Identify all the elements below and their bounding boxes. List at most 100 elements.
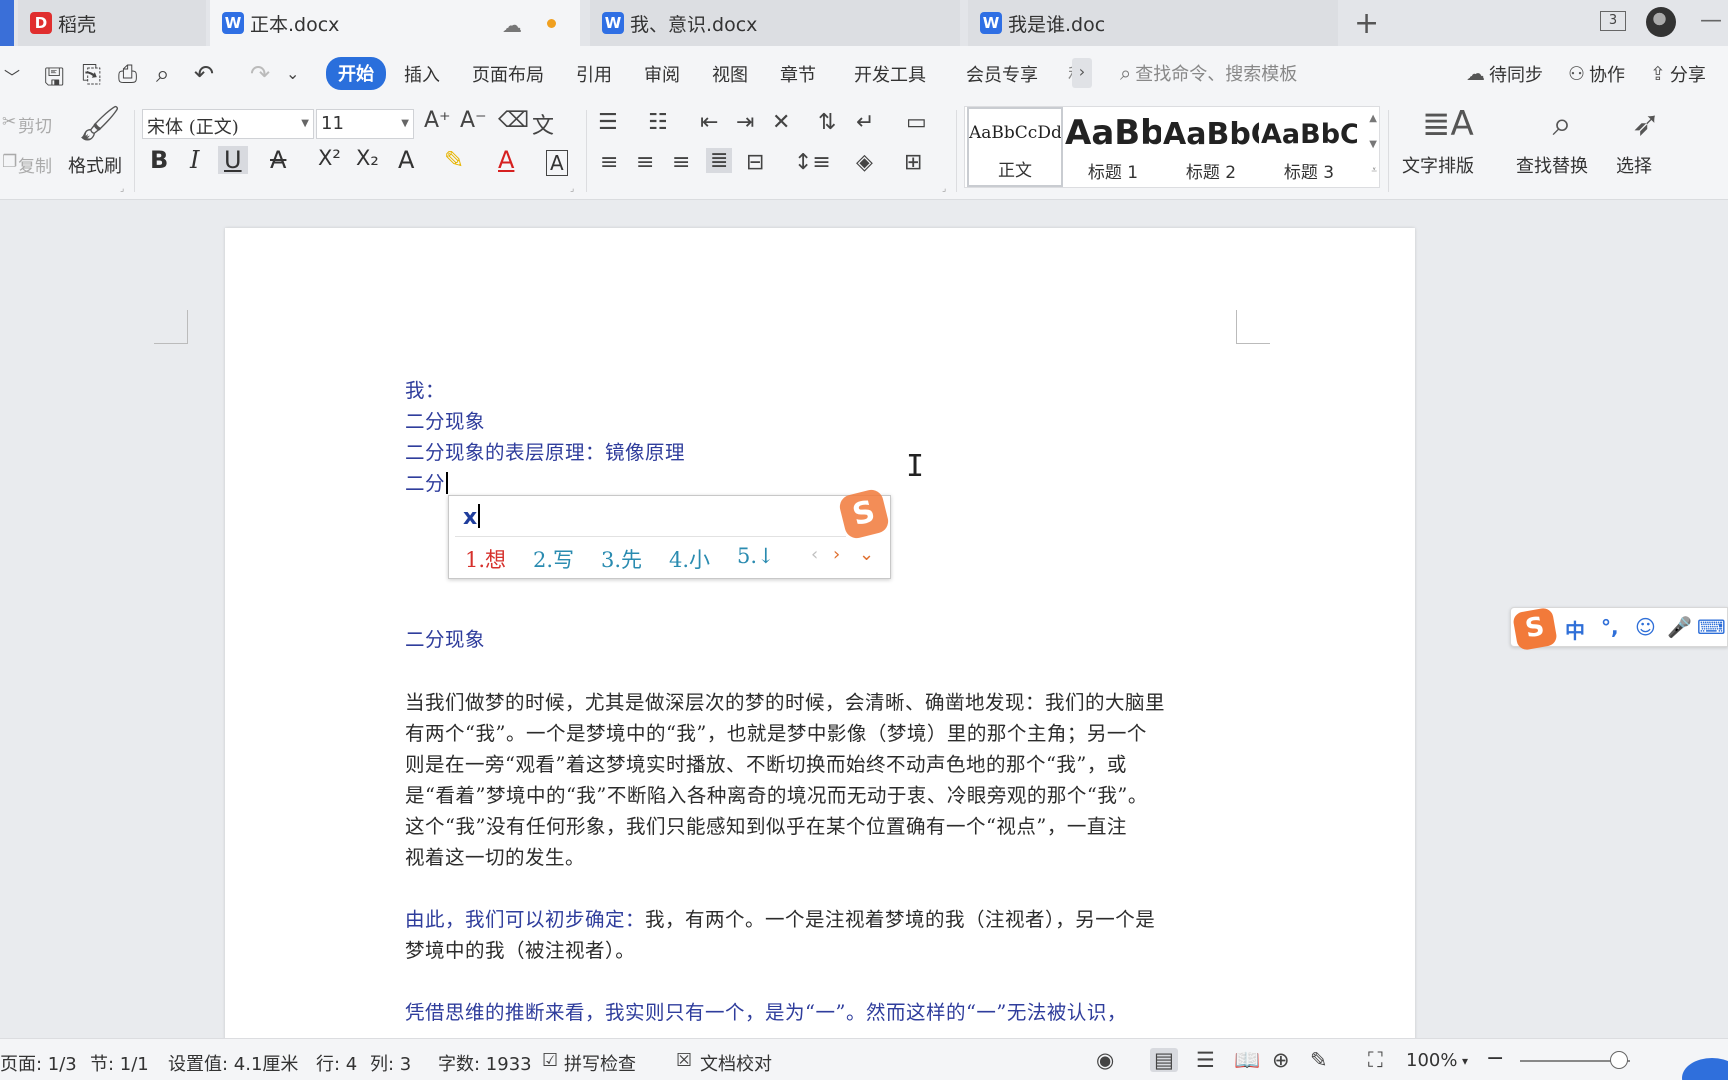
tab-page-layout[interactable]: 页面布局 bbox=[472, 61, 544, 87]
doc-line[interactable]: 由此，我们可以初步确定：我，有两个。一个是注视着梦境的我（注视者），另一个是 bbox=[405, 903, 1155, 932]
expand-candidates-icon[interactable]: ⌄ bbox=[859, 544, 874, 565]
subscript-icon[interactable]: X₂ bbox=[356, 146, 379, 170]
doc-line[interactable]: 当我们做梦的时候，尤其是做深层次的梦的时候，会清晰、确凿地发现：我们的大脑里 bbox=[405, 686, 1165, 715]
ime-candidate-3[interactable]: 3.先 bbox=[601, 544, 642, 574]
style-heading-1[interactable]: AaBb 标题 1 bbox=[1065, 107, 1161, 187]
next-page-icon[interactable]: › bbox=[833, 544, 840, 565]
tab-insert[interactable]: 插入 bbox=[404, 61, 440, 87]
underline-icon[interactable]: U bbox=[218, 146, 248, 174]
spellcheck-button[interactable]: 拼写检查 bbox=[564, 1050, 636, 1076]
write-mode-icon[interactable]: ✎ bbox=[1310, 1048, 1328, 1072]
print-icon[interactable]: ⎙ bbox=[118, 60, 137, 88]
tab-view[interactable]: 视图 bbox=[712, 61, 748, 87]
distribute-icon[interactable]: ⊟ bbox=[746, 150, 764, 175]
font-size-select[interactable]: 11 ▼ bbox=[316, 109, 414, 139]
line-spacing-icon[interactable]: ↕≡ bbox=[794, 150, 831, 175]
prev-page-icon[interactable]: ‹ bbox=[811, 544, 818, 565]
justify-icon[interactable]: ≣ bbox=[706, 148, 733, 173]
microphone-icon[interactable]: 🎤 bbox=[1667, 615, 1692, 639]
status-section[interactable]: 节: 1/1 bbox=[90, 1050, 149, 1076]
italic-icon[interactable]: I bbox=[190, 146, 199, 174]
tab-zhengben[interactable]: W 正本.docx ☁ bbox=[210, 0, 580, 46]
char-border-icon[interactable]: A bbox=[546, 150, 568, 176]
menu-more-chevron-icon[interactable]: › bbox=[1072, 58, 1092, 88]
shrink-font-icon[interactable]: A⁻ bbox=[460, 108, 487, 133]
ime-candidate-5[interactable]: 5.↓ bbox=[737, 544, 775, 568]
borders-icon[interactable]: ⊞ bbox=[904, 150, 922, 175]
bold-icon[interactable]: B bbox=[150, 146, 168, 174]
reading-view-icon[interactable]: 📖 bbox=[1234, 1048, 1260, 1073]
zoom-level[interactable]: 100% bbox=[1406, 1050, 1457, 1071]
status-page[interactable]: 页面: 1/3 bbox=[0, 1050, 77, 1076]
export-icon[interactable]: ⎘ bbox=[82, 60, 101, 88]
find-replace-button[interactable]: 查找替换 bbox=[1516, 152, 1588, 178]
emoji-icon[interactable]: ☺ bbox=[1635, 615, 1656, 639]
window-count-icon[interactable]: 3 bbox=[1600, 11, 1626, 31]
align-center-icon[interactable]: ≡ bbox=[636, 150, 654, 175]
font-name-select[interactable]: 宋体 (正文) ▼ bbox=[142, 109, 314, 139]
status-wordcount[interactable]: 字数: 1933 bbox=[438, 1050, 532, 1076]
tab-chapter[interactable]: 章节 bbox=[780, 61, 816, 87]
style-heading-3[interactable]: AaBbCc 标题 3 bbox=[1261, 107, 1357, 187]
bullet-list-icon[interactable]: ☰ bbox=[598, 110, 618, 135]
tab-start[interactable]: 开始 bbox=[326, 57, 386, 90]
sort-icon[interactable]: ⇅ bbox=[818, 110, 836, 135]
chevron-down-icon[interactable]: ﹀ bbox=[4, 64, 20, 88]
doc-line[interactable]: 是“看着”梦境中的“我”不断陷入各种离奇的境况而无动于衷、冷眼旁观的那个“我”。 bbox=[405, 779, 1148, 808]
chevron-down-icon[interactable]: ▾ bbox=[1462, 1054, 1468, 1068]
cut-button[interactable]: 剪切 bbox=[18, 112, 52, 137]
ime-candidate-4[interactable]: 4.小 bbox=[669, 544, 710, 574]
chinese-layout-icon[interactable]: ✕ bbox=[772, 110, 790, 135]
tab-wo-yishi[interactable]: W 我、意识.docx bbox=[590, 0, 960, 46]
fit-page-icon[interactable]: ⛶ bbox=[1368, 1048, 1383, 1073]
command-search-input[interactable]: ⌕ 查找命令、搜索模板 bbox=[1120, 60, 1297, 86]
save-icon[interactable]: 🖫 bbox=[44, 60, 64, 101]
status-setting[interactable]: 设置值: 4.1厘米 bbox=[168, 1050, 298, 1076]
new-tab-plus-icon[interactable]: + bbox=[1354, 6, 1379, 41]
grow-font-icon[interactable]: A⁺ bbox=[424, 108, 451, 133]
quick-access-more-icon[interactable]: ⌄ bbox=[286, 64, 299, 83]
doc-line[interactable]: 梦境中的我（被注视者）。 bbox=[405, 934, 635, 963]
zoom-slider-handle[interactable] bbox=[1610, 1051, 1628, 1069]
sync-button[interactable]: ☁ 待同步 bbox=[1466, 61, 1543, 87]
tab-member[interactable]: 会员专享 bbox=[966, 61, 1038, 87]
tab-woshishui[interactable]: W 我是谁.doc bbox=[968, 0, 1338, 46]
strikethrough-icon[interactable]: A bbox=[270, 146, 286, 174]
collaborate-button[interactable]: ⚇ 协作 bbox=[1568, 61, 1625, 87]
style-heading-2[interactable]: AaBbC 标题 2 bbox=[1163, 107, 1259, 187]
style-normal[interactable]: AaBbCcDd 正文 bbox=[967, 107, 1063, 187]
scroll-down-icon[interactable]: ▼ bbox=[1369, 139, 1377, 150]
status-col[interactable]: 列: 3 bbox=[370, 1050, 411, 1076]
launcher-icon[interactable]: ⌟ bbox=[942, 184, 946, 194]
doc-line[interactable]: 这个“我”没有任何形象，我们只能感知到似乎在某个位置确有一个“视点”，一直注 bbox=[405, 810, 1127, 839]
share-button[interactable]: ⇪ 分享 bbox=[1650, 61, 1706, 87]
doc-line[interactable]: 则是在一旁“观看”着这梦境实时播放、不断切换而始终不动声色地的那个“我”，或 bbox=[405, 748, 1127, 777]
launcher-icon[interactable]: ⌟ bbox=[120, 184, 124, 194]
outline-view-icon[interactable]: ☰ bbox=[1196, 1048, 1215, 1072]
highlight-icon[interactable]: ✎ bbox=[444, 146, 464, 174]
keyboard-icon[interactable]: ⌨ bbox=[1697, 615, 1726, 639]
numbered-list-icon[interactable]: ☷ bbox=[648, 110, 668, 135]
eye-protection-icon[interactable]: ◉ bbox=[1096, 1048, 1114, 1072]
tab-references[interactable]: 引用 bbox=[576, 61, 612, 87]
pinyin-guide-icon[interactable]: 文 bbox=[532, 108, 554, 140]
format-painter-button[interactable]: 格式刷 bbox=[68, 152, 122, 178]
show-marks-icon[interactable]: ↵ bbox=[856, 110, 874, 135]
doc-line[interactable]: 二分现象的表层原理：镜像原理 bbox=[405, 436, 685, 465]
ime-punctuation-toggle[interactable]: °, bbox=[1601, 615, 1619, 639]
print-preview-icon[interactable]: ⌕ bbox=[156, 60, 169, 88]
ime-candidate-1[interactable]: 1.想 bbox=[465, 544, 506, 574]
launcher-icon[interactable]: ⌟ bbox=[570, 184, 574, 194]
text-layout-button[interactable]: 文字排版 bbox=[1402, 152, 1474, 178]
align-left-icon[interactable]: ≡ bbox=[600, 150, 618, 175]
redo-icon[interactable]: ↷ bbox=[250, 60, 270, 88]
doc-line[interactable]: 凭借思维的推断来看，我实则只有一个，是为“一”。然而这样的“一”无法被认识， bbox=[405, 996, 1127, 1025]
copy-button[interactable]: 复制 bbox=[18, 152, 52, 177]
undo-icon[interactable]: ↶ bbox=[194, 60, 214, 88]
doc-line[interactable]: 我： bbox=[405, 374, 445, 403]
tab-developer[interactable]: 开发工具 bbox=[854, 61, 926, 87]
doc-line[interactable]: 视着这一切的发生。 bbox=[405, 841, 585, 870]
tab-review[interactable]: 审阅 bbox=[644, 61, 680, 87]
sogou-logo-icon[interactable]: S bbox=[1512, 606, 1558, 652]
decrease-indent-icon[interactable]: ⇤ bbox=[700, 110, 718, 135]
